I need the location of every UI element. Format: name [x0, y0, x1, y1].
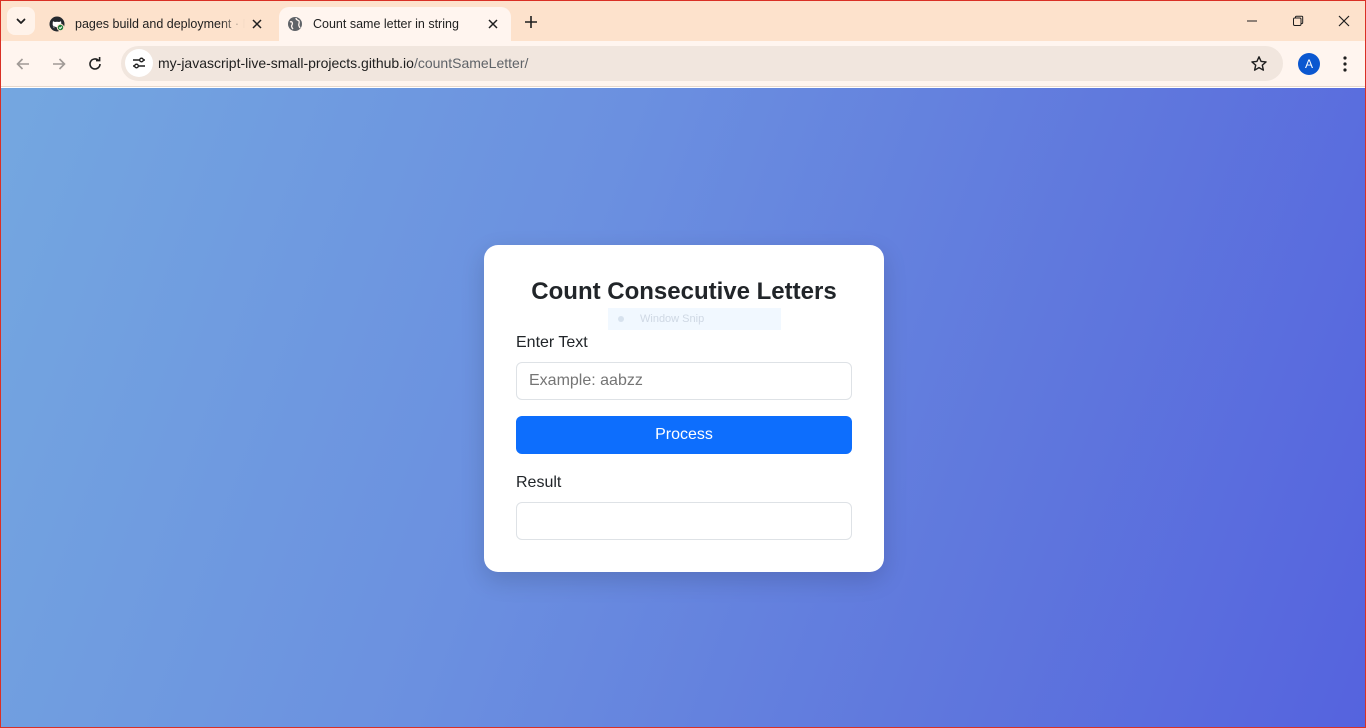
forward-button[interactable]: [43, 48, 75, 80]
profile-avatar[interactable]: A: [1298, 53, 1320, 75]
browser-toolbar: my-javascript-live-small-projects.github…: [1, 41, 1365, 87]
globe-icon: [287, 16, 303, 32]
back-button[interactable]: [7, 48, 39, 80]
process-button[interactable]: Process: [516, 416, 852, 454]
address-bar[interactable]: my-javascript-live-small-projects.github…: [121, 46, 1283, 81]
minimize-icon: [1247, 20, 1257, 22]
tab-strip: pages build and deployment · My-JavaScri…: [1, 1, 1365, 41]
reload-button[interactable]: [79, 48, 111, 80]
tab-pages-build[interactable]: pages build and deployment · My-JavaScri…: [39, 7, 275, 41]
url-path: /countSameLetter/: [413, 55, 529, 71]
url-text[interactable]: my-javascript-live-small-projects.github…: [158, 55, 528, 71]
tab-search-button[interactable]: [7, 7, 35, 35]
minimize-button[interactable]: [1229, 1, 1275, 41]
site-info-button[interactable]: [125, 49, 153, 77]
browser-window: pages build and deployment · My-JavaScri…: [0, 0, 1366, 728]
arrow-left-icon: [16, 58, 29, 70]
plus-icon: [525, 16, 537, 28]
window-snip-overlay: Window Snip: [608, 308, 781, 330]
snip-label: Window Snip: [640, 313, 705, 325]
tab-close-button[interactable]: [481, 12, 505, 36]
result-output: [516, 502, 852, 540]
tab-title: pages build and deployment · My-JavaScri…: [75, 17, 245, 31]
new-tab-button[interactable]: [517, 9, 545, 35]
github-icon: [49, 16, 65, 32]
tab-close-button[interactable]: [245, 12, 269, 36]
text-input[interactable]: [516, 362, 852, 400]
star-icon: [1251, 56, 1267, 71]
snip-dot-icon: [618, 316, 624, 322]
page-content: Count Consecutive Letters Window Snip En…: [1, 88, 1365, 727]
close-icon: [488, 19, 498, 29]
close-icon: [1338, 15, 1350, 27]
bookmark-button[interactable]: [1249, 54, 1269, 74]
page-title: Count Consecutive Letters: [531, 278, 837, 305]
tab-count-same-letter[interactable]: Count same letter in string: [279, 7, 511, 41]
arrow-right-icon: [53, 58, 66, 70]
restore-icon: [1293, 15, 1304, 26]
chevron-down-icon: [16, 18, 26, 24]
restore-button[interactable]: [1275, 1, 1321, 41]
input-label: Enter Text: [516, 334, 588, 351]
reload-icon: [89, 57, 101, 70]
result-label: Result: [516, 474, 562, 491]
kebab-menu-icon: [1343, 56, 1347, 72]
tune-icon: [133, 57, 145, 69]
close-icon: [252, 19, 262, 29]
main-card: Count Consecutive Letters Window Snip En…: [484, 245, 884, 572]
url-host: my-javascript-live-small-projects.github…: [158, 55, 414, 71]
tab-title: Count same letter in string: [313, 17, 459, 31]
browser-menu-button[interactable]: [1333, 52, 1357, 76]
close-window-button[interactable]: [1321, 1, 1365, 41]
